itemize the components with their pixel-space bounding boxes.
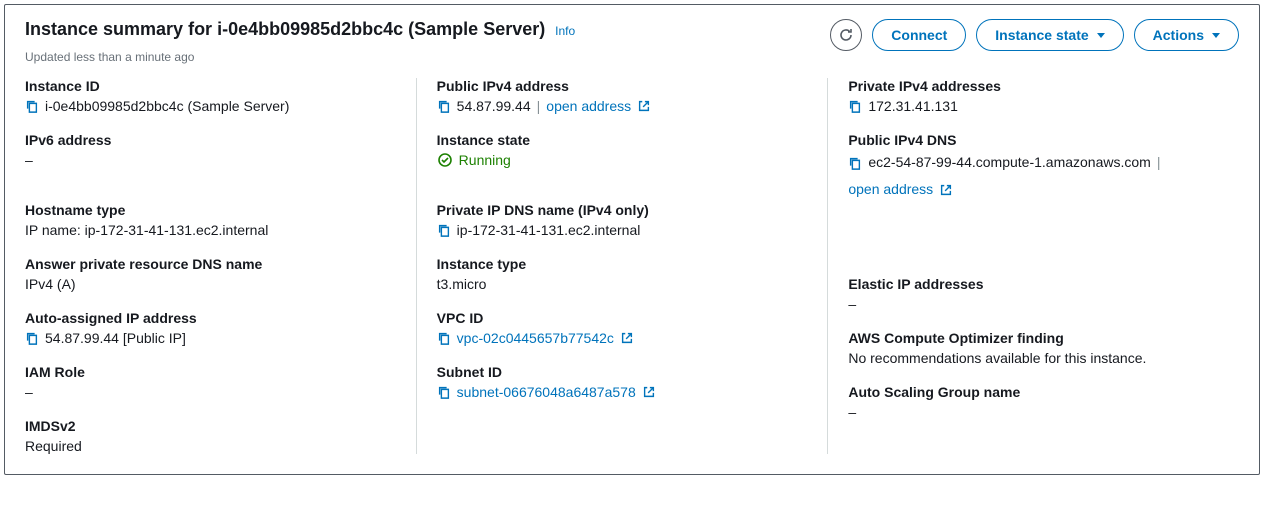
- auto-ip-label: Auto-assigned IP address: [25, 310, 396, 326]
- copy-icon[interactable]: [25, 99, 39, 113]
- status-ok-icon: [437, 152, 453, 168]
- subnet-label: Subnet ID: [437, 364, 808, 380]
- external-link-icon[interactable]: [939, 183, 953, 197]
- external-link-icon[interactable]: [620, 331, 634, 345]
- instance-state-button[interactable]: Instance state: [976, 19, 1123, 51]
- column-2: Public IPv4 address 54.87.99.44 | open ad…: [416, 78, 828, 454]
- answer-dns-label: Answer private resource DNS name: [25, 256, 396, 272]
- updated-text: Updated less than a minute ago: [25, 50, 818, 64]
- public-dns-value: ec2-54-87-99-44.compute-1.amazonaws.com: [868, 152, 1150, 173]
- actions-button[interactable]: Actions: [1134, 19, 1239, 51]
- imds-label: IMDSv2: [25, 418, 396, 434]
- field-imds: IMDSv2 Required: [25, 418, 396, 454]
- private-dns-label: Private IP DNS name (IPv4 only): [437, 202, 808, 218]
- private-dns-value: ip-172-31-41-131.ec2.internal: [457, 222, 641, 238]
- public-dns-label: Public IPv4 DNS: [848, 132, 1219, 148]
- connect-label: Connect: [891, 27, 947, 43]
- separator: |: [1157, 152, 1161, 173]
- elastic-ip-value: –: [848, 296, 856, 312]
- field-vpc-id: VPC ID vpc-02c0445657b77542c: [437, 310, 808, 346]
- imds-value: Required: [25, 438, 82, 454]
- instance-type-label: Instance type: [437, 256, 808, 272]
- external-link-icon[interactable]: [637, 99, 651, 113]
- field-instance-type: Instance type t3.micro: [437, 256, 808, 292]
- field-public-dns: Public IPv4 DNS ec2-54-87-99-44.compute-…: [848, 132, 1219, 200]
- public-ipv4-value: 54.87.99.44: [457, 98, 531, 114]
- copy-icon[interactable]: [848, 99, 862, 113]
- private-ipv4-label: Private IPv4 addresses: [848, 78, 1219, 94]
- copy-icon[interactable]: [437, 331, 451, 345]
- iam-label: IAM Role: [25, 364, 396, 380]
- instance-state-label: Instance state: [437, 132, 808, 148]
- refresh-icon: [838, 27, 854, 43]
- elastic-ip-label: Elastic IP addresses: [848, 276, 1219, 292]
- open-address-link[interactable]: open address: [546, 98, 631, 114]
- field-subnet-id: Subnet ID subnet-06676048a6487a578: [437, 364, 808, 400]
- instance-id-value: i-0e4bb09985d2bbc4c (Sample Server): [45, 98, 289, 114]
- subnet-link[interactable]: subnet-06676048a6487a578: [457, 384, 636, 400]
- external-link-icon[interactable]: [642, 385, 656, 399]
- actions-label: Actions: [1153, 27, 1204, 43]
- instance-type-value: t3.micro: [437, 276, 487, 292]
- caret-down-icon: [1097, 33, 1105, 38]
- vpc-label: VPC ID: [437, 310, 808, 326]
- instance-summary-panel: Instance summary for i-0e4bb09985d2bbc4c…: [4, 4, 1260, 475]
- ipv6-value: –: [25, 152, 33, 168]
- info-link[interactable]: Info: [555, 24, 575, 38]
- field-asg: Auto Scaling Group name –: [848, 384, 1219, 420]
- optimizer-value: No recommendations available for this in…: [848, 350, 1146, 366]
- copy-icon[interactable]: [437, 99, 451, 113]
- copy-icon[interactable]: [25, 331, 39, 345]
- page-title: Instance summary for i-0e4bb09985d2bbc4c…: [25, 19, 545, 39]
- field-public-ipv4: Public IPv4 address 54.87.99.44 | open ad…: [437, 78, 808, 114]
- field-auto-ip: Auto-assigned IP address 54.87.99.44 [Pu…: [25, 310, 396, 346]
- open-address-link[interactable]: open address: [848, 179, 933, 200]
- answer-dns-value: IPv4 (A): [25, 276, 76, 292]
- vpc-link[interactable]: vpc-02c0445657b77542c: [457, 330, 614, 346]
- instance-state-label: Instance state: [995, 27, 1088, 43]
- copy-icon[interactable]: [437, 223, 451, 237]
- details-columns: Instance ID i-0e4bb09985d2bbc4c (Sample …: [25, 78, 1239, 454]
- column-1: Instance ID i-0e4bb09985d2bbc4c (Sample …: [25, 78, 416, 454]
- header-actions: Connect Instance state Actions: [830, 19, 1239, 51]
- connect-button[interactable]: Connect: [872, 19, 966, 51]
- field-elastic-ip: Elastic IP addresses –: [848, 276, 1219, 312]
- field-answer-dns: Answer private resource DNS name IPv4 (A…: [25, 256, 396, 292]
- iam-value: –: [25, 384, 33, 400]
- field-instance-state: Instance state Running: [437, 132, 808, 168]
- ipv6-label: IPv6 address: [25, 132, 396, 148]
- field-iam-role: IAM Role –: [25, 364, 396, 400]
- field-ipv6: IPv6 address –: [25, 132, 396, 168]
- field-private-dns: Private IP DNS name (IPv4 only) ip-172-3…: [437, 202, 808, 238]
- copy-icon[interactable]: [848, 156, 862, 170]
- instance-state-value: Running: [459, 152, 511, 168]
- public-ipv4-label: Public IPv4 address: [437, 78, 808, 94]
- refresh-button[interactable]: [830, 19, 862, 51]
- column-3: Private IPv4 addresses 172.31.41.131 Pub…: [827, 78, 1239, 454]
- title-block: Instance summary for i-0e4bb09985d2bbc4c…: [25, 19, 818, 64]
- asg-value: –: [848, 404, 856, 420]
- field-compute-optimizer: AWS Compute Optimizer finding No recomme…: [848, 330, 1219, 366]
- hostname-type-value: IP name: ip-172-31-41-131.ec2.internal: [25, 222, 268, 238]
- copy-icon[interactable]: [437, 385, 451, 399]
- instance-id-label: Instance ID: [25, 78, 396, 94]
- field-instance-id: Instance ID i-0e4bb09985d2bbc4c (Sample …: [25, 78, 396, 114]
- auto-ip-value: 54.87.99.44 [Public IP]: [45, 330, 186, 346]
- asg-label: Auto Scaling Group name: [848, 384, 1219, 400]
- header-row: Instance summary for i-0e4bb09985d2bbc4c…: [25, 19, 1239, 64]
- hostname-type-label: Hostname type: [25, 202, 396, 218]
- field-hostname-type: Hostname type IP name: ip-172-31-41-131.…: [25, 202, 396, 238]
- separator: |: [537, 98, 541, 114]
- caret-down-icon: [1212, 33, 1220, 38]
- optimizer-label: AWS Compute Optimizer finding: [848, 330, 1219, 346]
- field-private-ipv4: Private IPv4 addresses 172.31.41.131: [848, 78, 1219, 114]
- private-ipv4-value: 172.31.41.131: [868, 98, 958, 114]
